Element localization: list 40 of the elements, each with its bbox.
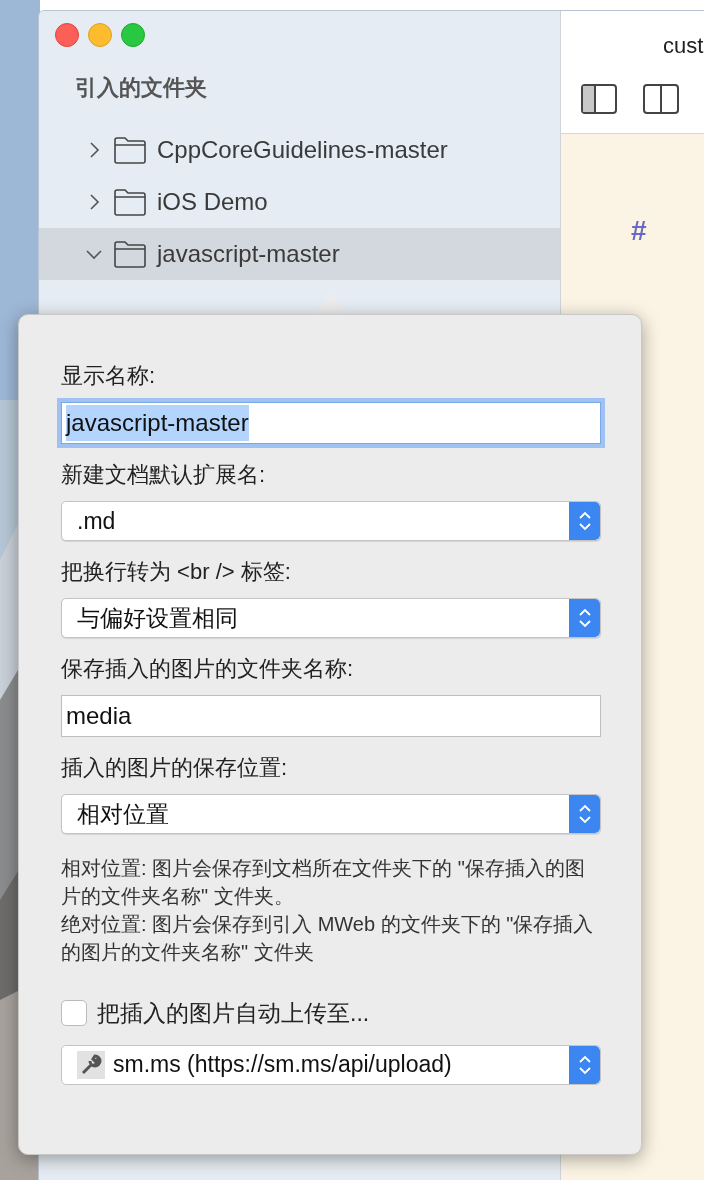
field-label: 保存插入的图片的文件夹名称: [61, 655, 355, 683]
checkbox-label: 把插入的图片自动上传至... [97, 999, 370, 1028]
heading-mark: # [631, 215, 647, 246]
select-value: 与偏好设置相同 [76, 603, 239, 633]
select-value: 相对位置 [76, 799, 170, 829]
sidebar-heading: 引入的文件夹 [74, 74, 208, 102]
checkbox[interactable] [61, 1000, 87, 1027]
sidebar-toggle-icon[interactable] [581, 84, 617, 114]
folder-icon [113, 188, 147, 216]
select-field[interactable]: .md [61, 501, 601, 541]
select-field[interactable]: 与偏好设置相同 [61, 598, 601, 638]
help-text: 相对位置: 图片会保存到文档所在文件夹下的 "保存插入的图片的文件夹名称" 文件夹。 [61, 856, 586, 909]
folder-icon [113, 136, 147, 164]
folder-row[interactable]: javascript-master [39, 228, 560, 280]
select-field[interactable]: 相对位置 [61, 794, 601, 834]
select-field[interactable]: sm.ms (https://sm.ms/api/upload) [61, 1044, 601, 1085]
stepper-icon [569, 599, 600, 637]
window-title: cust [662, 32, 704, 60]
field-value: javascript-master [66, 405, 249, 441]
folder-row[interactable]: iOS Demo [39, 176, 560, 228]
text-field[interactable]: media [61, 695, 601, 737]
stepper-icon [569, 1045, 600, 1084]
stepper-icon [569, 502, 600, 540]
field-value: media [66, 701, 132, 731]
close-button[interactable] [55, 23, 79, 47]
folder-name: javascript-master [157, 239, 340, 269]
select-value: .md [76, 506, 117, 536]
split-view-icon[interactable] [643, 84, 679, 114]
folder-name: CppCoreGuidelines-master [157, 135, 448, 165]
field-label: 显示名称: [61, 362, 157, 390]
field-label: 插入的图片的保存位置: [61, 754, 289, 782]
wrench-icon [77, 1050, 105, 1079]
help-text: 绝对位置: 图片会保存到引入 MWeb 的文件夹下的 "保存插入的图片的文件夹名称" 文件夹 [61, 912, 595, 965]
folder-name: iOS Demo [157, 187, 268, 217]
field-label: 把换行转为 <br /> 标签: [61, 558, 292, 586]
folder-row[interactable]: CppCoreGuidelines-master [39, 124, 560, 176]
field-label: 新建文档默认扩展名: [61, 461, 267, 489]
stepper-icon [569, 795, 600, 833]
folder-icon [113, 240, 147, 268]
select-value: sm.ms (https://sm.ms/api/upload) [113, 1050, 453, 1080]
